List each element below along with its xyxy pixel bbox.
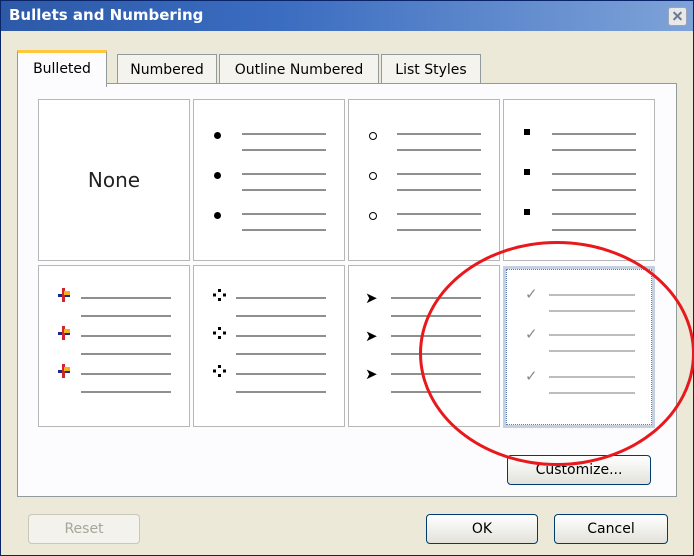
text-line: [552, 173, 636, 175]
hollow-circle-bullet-icon: [369, 172, 377, 180]
title-bar[interactable]: Bullets and Numbering: [1, 1, 693, 31]
bullet-style-arrowhead[interactable]: ➤ ➤ ➤: [348, 265, 500, 427]
text-line: [552, 133, 636, 135]
arrowhead-bullet-icon: ➤: [365, 327, 378, 345]
hollow-circle-bullet-icon: [369, 132, 377, 140]
reset-button[interactable]: Reset: [28, 514, 140, 544]
pushpin-bullet-icon: [58, 288, 70, 378]
text-line: [552, 213, 636, 215]
text-line: [552, 189, 636, 191]
text-line: [236, 335, 326, 337]
customize-button[interactable]: Customize...: [507, 455, 651, 485]
text-line: [81, 373, 171, 375]
bullet-style-filled-circle[interactable]: [193, 99, 345, 261]
text-line: [236, 315, 326, 317]
cancel-button[interactable]: Cancel: [554, 514, 668, 544]
text-line: [242, 229, 326, 231]
text-line: [81, 297, 171, 299]
text-line: [549, 294, 635, 296]
text-line: [242, 133, 326, 135]
text-line: [391, 353, 481, 355]
text-line: [242, 173, 326, 175]
text-line: [242, 189, 326, 191]
text-line: [549, 310, 635, 312]
text-line: [236, 297, 326, 299]
tab-bulleted[interactable]: Bulleted: [17, 50, 107, 87]
filled-square-bullet-icon: [524, 169, 530, 175]
text-line: [397, 149, 481, 151]
filled-circle-bullet-icon: [214, 132, 221, 139]
text-line: [81, 335, 171, 337]
four-diamond-bullet-icon: [213, 289, 226, 377]
bullet-style-pushpin[interactable]: [38, 265, 190, 427]
checkmark-bullet-icon: ✓: [525, 325, 538, 343]
text-line: [242, 213, 326, 215]
text-line: [397, 173, 481, 175]
text-line: [242, 149, 326, 151]
text-line: [81, 391, 171, 393]
checkmark-bullet-icon: ✓: [525, 285, 538, 303]
hollow-circle-bullet-icon: [369, 212, 377, 220]
filled-square-bullet-icon: [524, 209, 530, 215]
text-line: [391, 335, 481, 337]
ok-button[interactable]: OK: [426, 514, 538, 544]
text-line: [391, 391, 481, 393]
arrowhead-bullet-icon: ➤: [365, 365, 378, 383]
text-line: [81, 353, 171, 355]
bullets-and-numbering-dialog: Bullets and Numbering Bulleted Numbered …: [0, 0, 694, 556]
text-line: [391, 373, 481, 375]
text-line: [397, 213, 481, 215]
filled-circle-bullet-icon: [214, 172, 221, 179]
filled-square-bullet-icon: [524, 129, 530, 135]
text-line: [552, 149, 636, 151]
bullet-style-four-diamond[interactable]: [193, 265, 345, 427]
text-line: [397, 229, 481, 231]
text-line: [552, 229, 636, 231]
close-button[interactable]: [668, 7, 687, 26]
filled-circle-bullet-icon: [214, 212, 221, 219]
arrowhead-bullet-icon: ➤: [365, 289, 378, 307]
text-line: [391, 315, 481, 317]
text-line: [549, 392, 635, 394]
text-line: [81, 315, 171, 317]
text-line: [549, 350, 635, 352]
bullet-style-none[interactable]: None: [38, 99, 190, 261]
text-line: [236, 373, 326, 375]
text-line: [236, 353, 326, 355]
text-line: [397, 189, 481, 191]
dialog-title: Bullets and Numbering: [9, 6, 204, 24]
bullet-style-filled-square[interactable]: [503, 99, 655, 261]
bullet-style-checkmark[interactable]: ✓ ✓ ✓: [503, 266, 655, 428]
tab-list-styles[interactable]: List Styles: [381, 54, 481, 84]
text-line: [391, 297, 481, 299]
checkmark-bullet-icon: ✓: [525, 367, 538, 385]
text-line: [549, 376, 635, 378]
text-line: [397, 133, 481, 135]
tab-outline-numbered[interactable]: Outline Numbered: [219, 54, 379, 84]
bullet-style-hollow-circle[interactable]: [348, 99, 500, 261]
text-line: [549, 334, 635, 336]
none-label: None: [87, 168, 141, 192]
tab-numbered[interactable]: Numbered: [117, 54, 217, 84]
text-line: [236, 391, 326, 393]
